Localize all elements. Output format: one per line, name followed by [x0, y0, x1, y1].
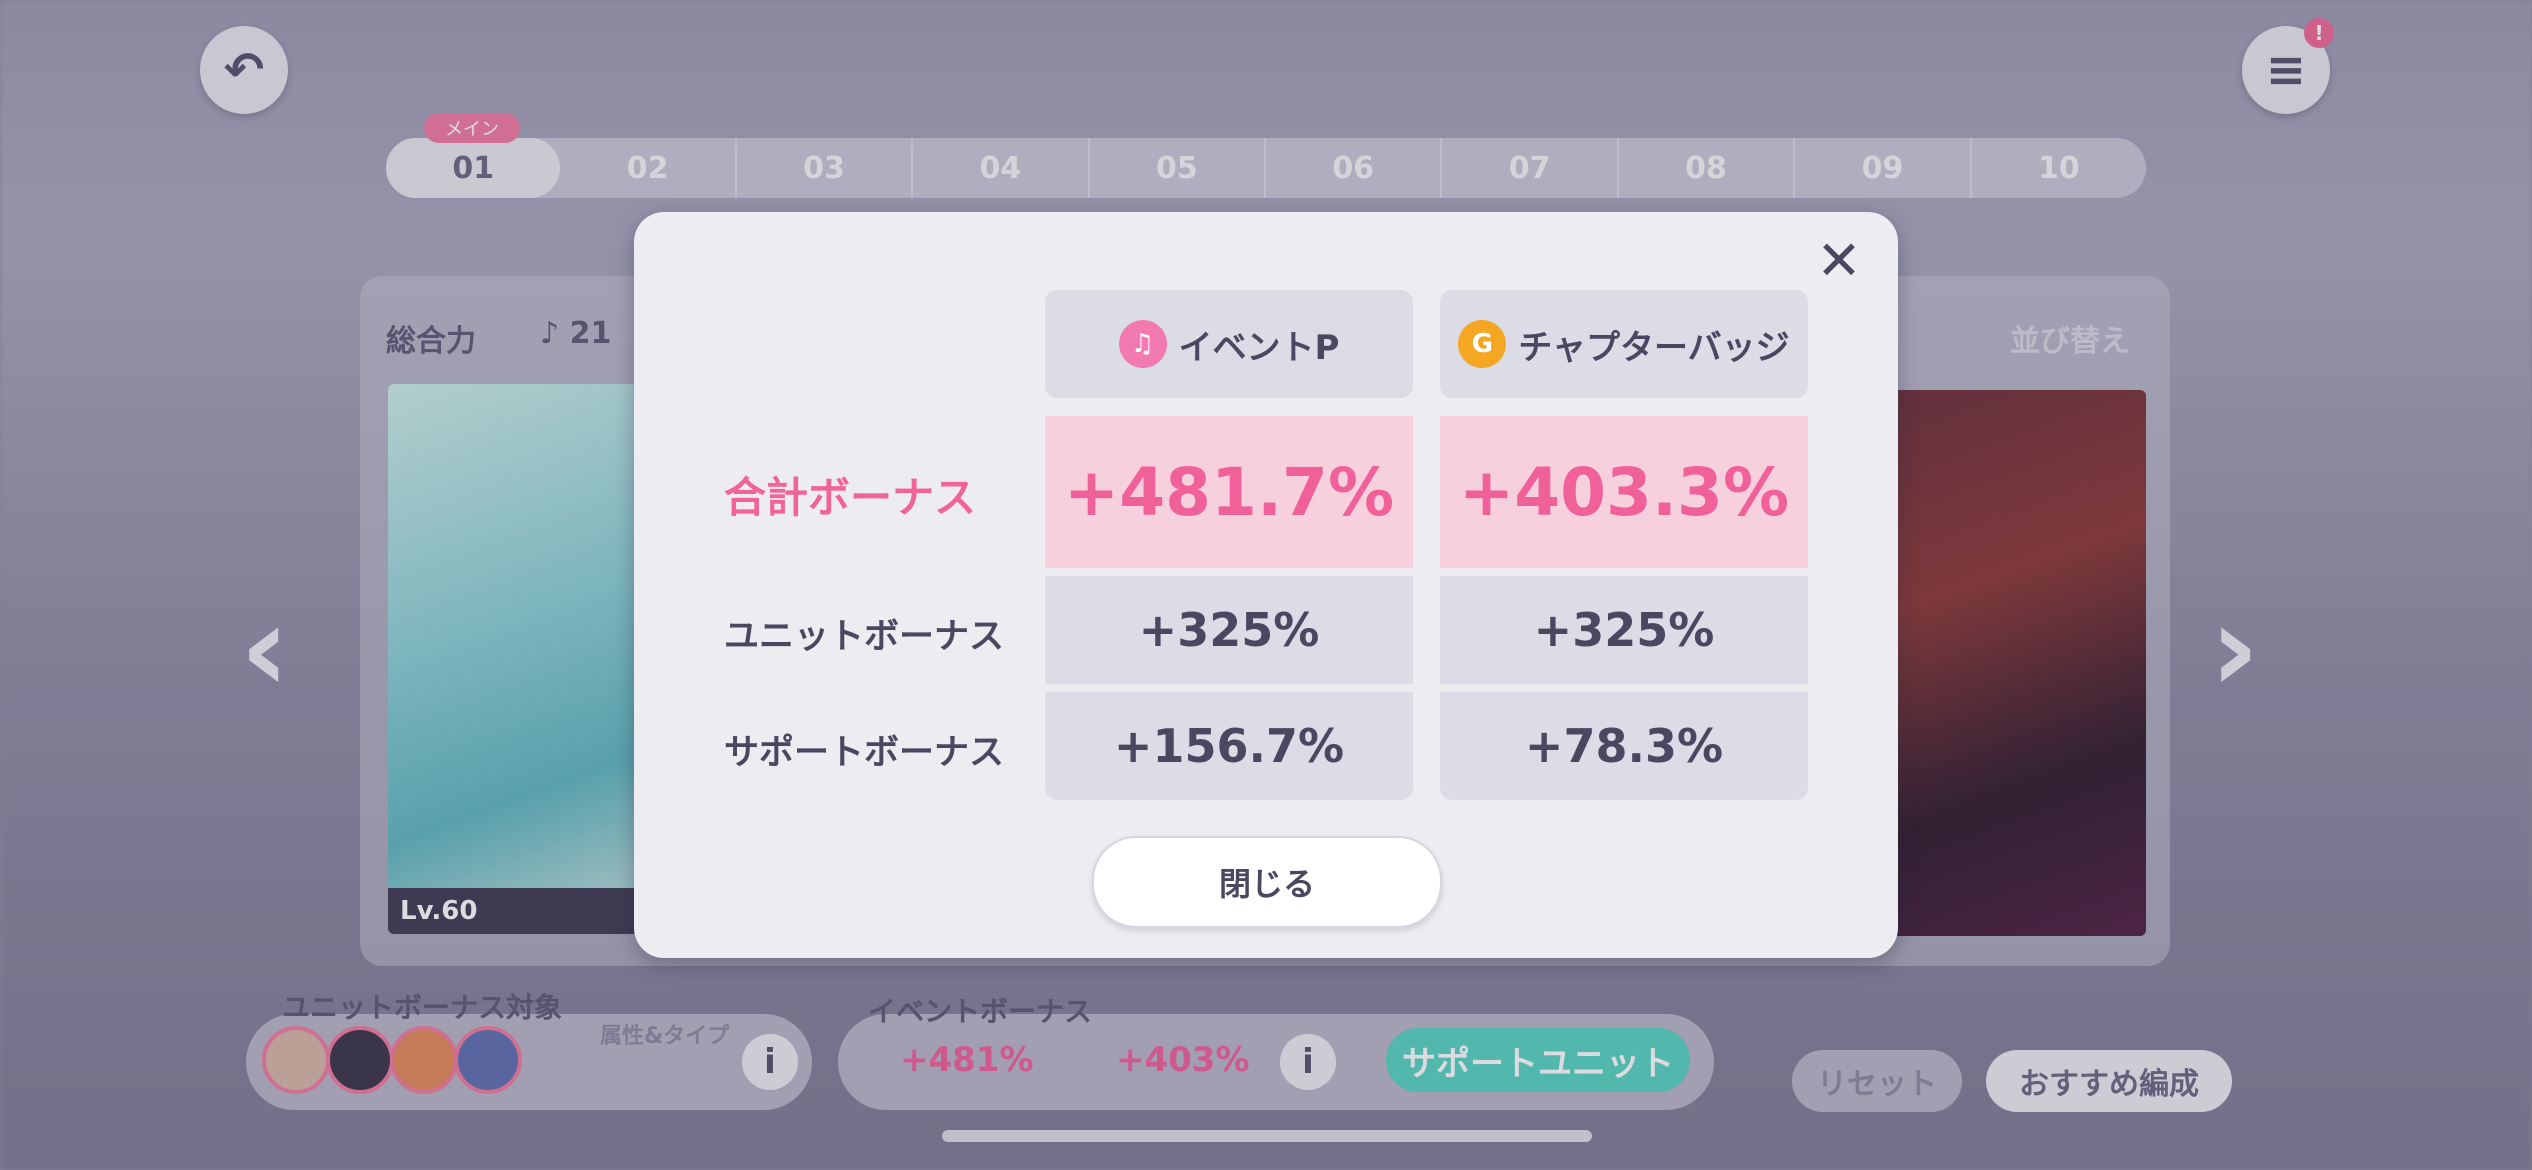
- unit-bonus-label: ユニットボーナス: [724, 617, 1005, 657]
- close-button[interactable]: 閉じる: [1092, 836, 1442, 928]
- total-bonus-chapter-badge: +403.3%: [1440, 416, 1808, 568]
- close-icon[interactable]: ✕: [1814, 234, 1864, 288]
- column-header-event-p: ♫ イベントP: [1045, 290, 1413, 398]
- total-bonus-event-p: +481.7%: [1045, 416, 1413, 568]
- support-bonus-label: サポートボーナス: [724, 733, 1005, 773]
- support-bonus-event-p: +156.7%: [1045, 692, 1413, 800]
- total-bonus-label: 合計ボーナス: [724, 473, 977, 522]
- column-header-label: イベントP: [1178, 327, 1340, 368]
- bonus-detail-dialog: ✕ ♫ イベントP G チャプターバッジ 合計ボーナス +481.7% +403…: [634, 212, 1898, 958]
- event-point-icon: ♫: [1118, 320, 1167, 368]
- unit-bonus-event-p: +325%: [1045, 576, 1413, 684]
- column-header-chapter-badge: G チャプターバッジ: [1440, 290, 1808, 398]
- unit-bonus-chapter-badge: +325%: [1440, 576, 1808, 684]
- column-header-label: チャプターバッジ: [1518, 327, 1790, 368]
- support-bonus-chapter-badge: +78.3%: [1440, 692, 1808, 800]
- chapter-badge-icon: G: [1458, 320, 1507, 368]
- home-indicator[interactable]: [942, 1130, 1592, 1142]
